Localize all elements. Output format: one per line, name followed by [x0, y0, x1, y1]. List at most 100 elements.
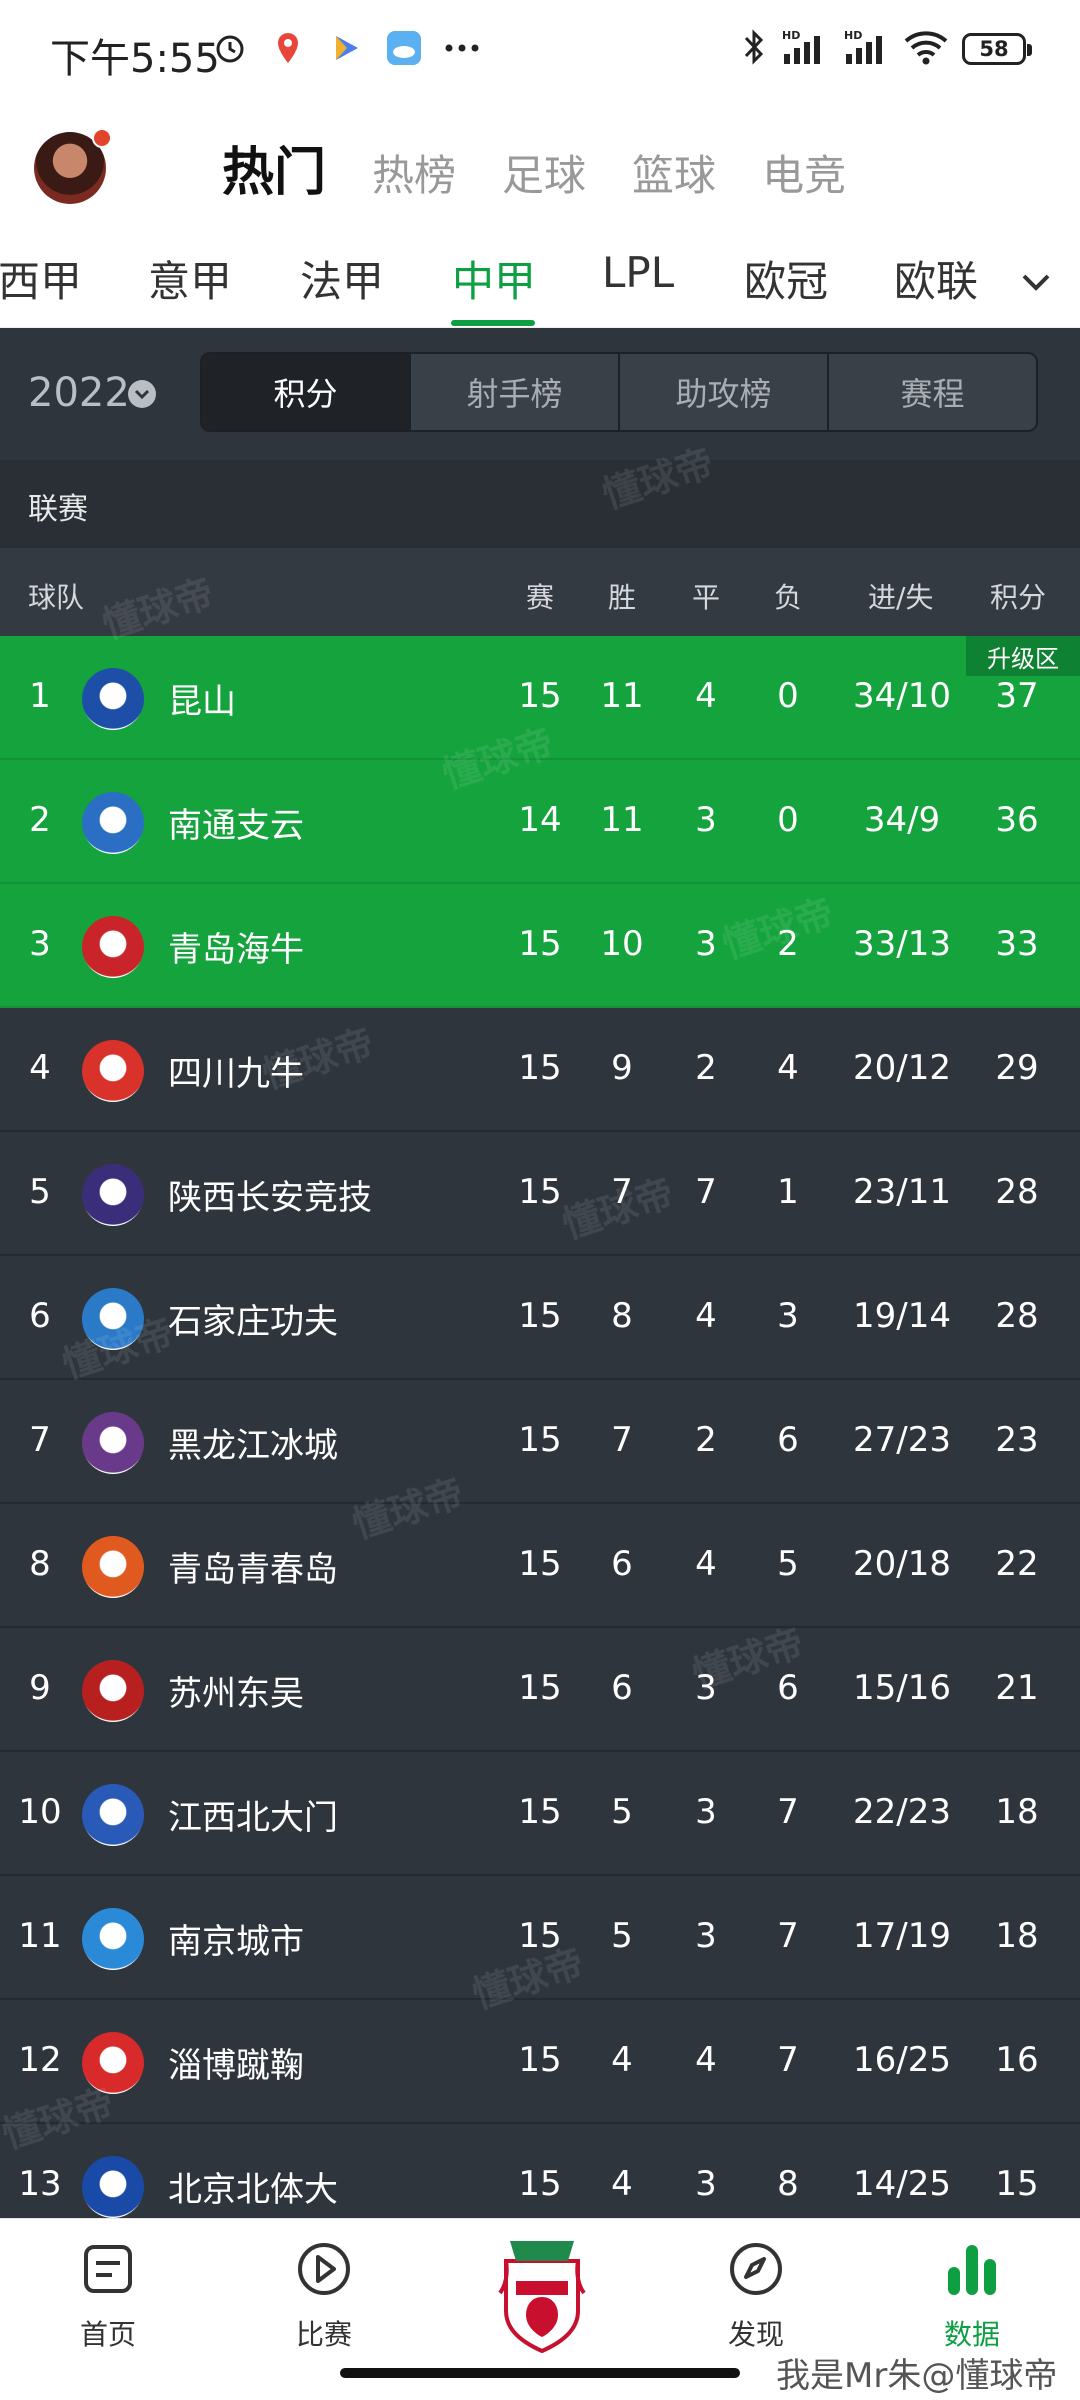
stat-drawn: 4 [695, 676, 717, 716]
more-dots-icon [444, 30, 480, 66]
league-tab-china-league-one[interactable]: 中甲 [452, 248, 536, 309]
stat-drawn: 3 [695, 1792, 717, 1832]
team-name[interactable]: 四川九牛 [168, 1046, 304, 1095]
svg-text:HD: HD [782, 29, 800, 42]
segment-standings[interactable]: 积分 [202, 354, 411, 430]
table-row[interactable]: 7 黑龙江冰城 15 7 2 6 27/23 23 [0, 1380, 1080, 1504]
table-row[interactable]: 10 江西北大门 15 5 3 7 22/23 18 [0, 1752, 1080, 1876]
nav-home[interactable]: 首页 [48, 2239, 168, 2353]
credit-text: 我是Mr朱@懂球帝 [776, 2356, 1058, 2396]
notification-dot [92, 128, 112, 148]
video-app-icon [328, 30, 364, 66]
team-name[interactable]: 江西北大门 [168, 1790, 338, 1839]
stat-points: 23 [995, 1420, 1039, 1460]
table-row[interactable]: 2 南通支云 14 11 3 0 34/9 36 [0, 760, 1080, 884]
location-icon [270, 30, 306, 66]
nav-discover[interactable]: 发现 [696, 2239, 816, 2353]
svg-text:HD: HD [844, 29, 862, 42]
season-selector[interactable]: 2022 [28, 370, 130, 416]
team-logo-icon [82, 668, 144, 730]
stat-won: 5 [611, 1792, 633, 1832]
table-row[interactable]: 9 苏州东吴 15 6 3 6 15/16 21 [0, 1628, 1080, 1752]
stat-played: 15 [518, 1048, 562, 1088]
home-indicator[interactable] [340, 2368, 740, 2378]
team-name[interactable]: 南通支云 [168, 798, 304, 847]
team-name[interactable]: 南京城市 [168, 1914, 304, 1963]
team-rank: 7 [29, 1420, 51, 1460]
team-rank: 6 [29, 1296, 51, 1336]
team-rank: 4 [29, 1048, 51, 1088]
team-rank: 11 [18, 1916, 62, 1956]
table-row[interactable]: 1 昆山 15 11 4 0 34/10 37 [0, 636, 1080, 760]
league-tab-serie-a[interactable]: 意甲 [148, 248, 232, 309]
avatar[interactable] [34, 128, 112, 204]
stat-played: 15 [518, 1916, 562, 1956]
team-name[interactable]: 石家庄功夫 [168, 1294, 338, 1343]
tab-basketball[interactable]: 篮球 [632, 142, 716, 203]
stat-played: 15 [518, 1172, 562, 1212]
status-bar: 下午5:55 HD HD 58 [0, 0, 1080, 100]
stat-lost: 4 [777, 1048, 799, 1088]
tab-esports[interactable]: 电竞 [762, 142, 846, 203]
tab-hot[interactable]: 热门 [222, 130, 326, 205]
section-label: 联赛 [0, 460, 1080, 548]
stat-goals: 16/25 [853, 2040, 951, 2080]
league-tab-ucl[interactable]: 欧冠 [744, 248, 828, 309]
liverpool-crest-icon[interactable] [496, 2233, 588, 2354]
table-row[interactable]: 8 青岛青春岛 15 6 4 5 20/18 22 [0, 1504, 1080, 1628]
team-logo-icon [82, 1412, 144, 1474]
team-name[interactable]: 青岛海牛 [168, 922, 304, 971]
segment-assists[interactable]: 助攻榜 [620, 354, 829, 430]
segment-top-scorers[interactable]: 射手榜 [411, 354, 620, 430]
team-logo-icon [82, 1536, 144, 1598]
stat-played: 15 [518, 924, 562, 964]
stat-won: 11 [600, 676, 644, 716]
table-row[interactable]: 6 石家庄功夫 15 8 4 3 19/14 28 [0, 1256, 1080, 1380]
stat-lost: 7 [777, 1792, 799, 1832]
team-name[interactable]: 青岛青春岛 [168, 1542, 338, 1591]
stat-lost: 0 [777, 800, 799, 840]
team-name[interactable]: 淄博蹴鞠 [168, 2038, 304, 2087]
stat-lost: 5 [777, 1544, 799, 1584]
table-row[interactable]: 5 陕西长安竞技 15 7 7 1 23/11 28 [0, 1132, 1080, 1256]
play-icon [294, 2239, 354, 2299]
tab-hot-list[interactable]: 热榜 [372, 142, 456, 203]
stat-won: 6 [611, 1668, 633, 1708]
team-name[interactable]: 苏州东吴 [168, 1666, 304, 1715]
team-logo-icon [82, 1164, 144, 1226]
nav-matches[interactable]: 比赛 [264, 2239, 384, 2353]
team-name[interactable]: 昆山 [168, 674, 236, 723]
league-tab-lpl[interactable]: LPL [602, 248, 674, 297]
team-name[interactable]: 北京北体大 [168, 2162, 338, 2211]
season-chevron-icon[interactable] [128, 380, 156, 408]
stat-goals: 22/23 [853, 1792, 951, 1832]
league-tab-uel[interactable]: 欧联 [894, 248, 978, 309]
team-name[interactable]: 陕西长安竞技 [168, 1170, 372, 1219]
stat-won: 5 [611, 1916, 633, 1956]
signal-hd-2-icon: HD [842, 28, 890, 70]
table-row[interactable]: 11 南京城市 15 5 3 7 17/19 18 [0, 1876, 1080, 2000]
table-row[interactable]: 3 青岛海牛 15 10 3 2 33/13 33 [0, 884, 1080, 1008]
stat-lost: 6 [777, 1420, 799, 1460]
table-row[interactable]: 12 淄博蹴鞠 15 4 4 7 16/25 16 [0, 2000, 1080, 2124]
stat-goals: 14/25 [853, 2164, 951, 2204]
table-header: 球队 赛 胜 平 负 进/失 积分 [0, 548, 1080, 636]
team-rank: 12 [18, 2040, 62, 2080]
tab-football[interactable]: 足球 [502, 142, 586, 203]
table-row[interactable]: 4 四川九牛 15 9 2 4 20/12 29 [0, 1008, 1080, 1132]
chevron-down-icon[interactable] [1018, 264, 1054, 300]
stat-goals: 33/13 [853, 924, 951, 964]
stat-won: 6 [611, 1544, 633, 1584]
segment-schedule[interactable]: 赛程 [829, 354, 1036, 430]
signal-hd-1-icon: HD [780, 28, 828, 70]
weather-icon [386, 30, 422, 66]
stat-goals: 34/10 [853, 676, 951, 716]
nav-data[interactable]: 数据 [912, 2239, 1032, 2353]
section-label-text: 联赛 [28, 492, 88, 527]
league-tab-ligue1[interactable]: 法甲 [300, 248, 384, 309]
team-name[interactable]: 黑龙江冰城 [168, 1418, 338, 1467]
league-tab-laliga[interactable]: 西甲 [0, 248, 82, 309]
active-tab-underline [451, 320, 535, 326]
stat-drawn: 4 [695, 1544, 717, 1584]
team-logo-icon [82, 1288, 144, 1350]
